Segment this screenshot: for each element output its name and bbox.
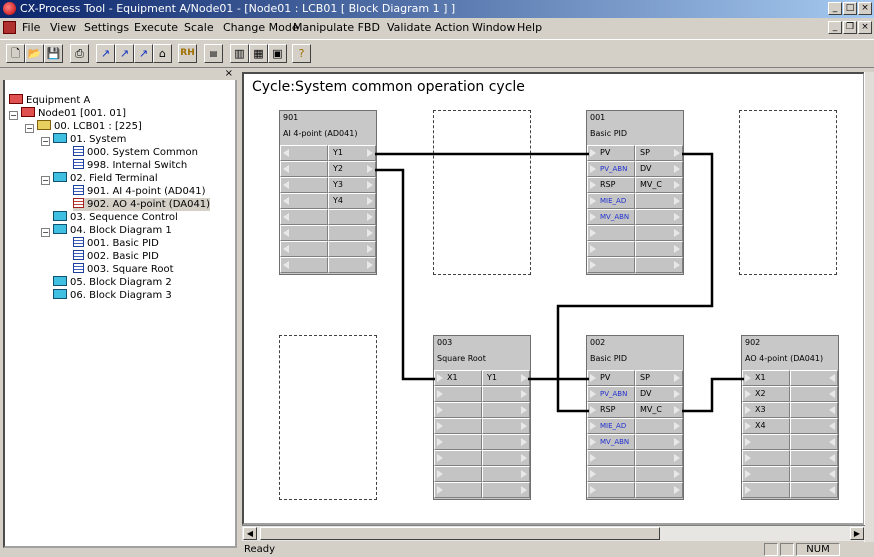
menu-view[interactable]: View [50,21,76,34]
collapse-icon[interactable]: − [25,124,34,133]
folder-icon [37,120,51,130]
collapse-icon[interactable]: − [41,137,50,146]
app-icon[interactable] [3,2,16,15]
monitor-icon[interactable]: ▣ [268,44,287,63]
tree-item-block-diagram-1[interactable]: 04. Block Diagram 1 [53,224,172,237]
block-sheet-icon [73,185,84,195]
tree-item-basic-pid-001[interactable]: 001. Basic PID [73,237,159,250]
menu-change-mode[interactable]: Change Mode [223,21,299,34]
status-cell [780,543,794,556]
wire-y2-to-sqrt-x1 [375,168,435,381]
menu-execute[interactable]: Execute [134,21,178,34]
collapse-icon[interactable]: − [41,176,50,185]
tree-pane-header: × [3,68,237,80]
grid-view-icon[interactable]: ▥ [230,44,249,63]
table-view-icon[interactable]: ▦ [249,44,268,63]
block-sheet-icon [73,237,84,247]
minimize-button[interactable]: _ [828,2,842,15]
connect-tool-icon[interactable]: ↗ [115,44,134,63]
print-icon[interactable]: ⎙ [70,44,89,63]
step-icon[interactable]: ▤ [204,44,223,63]
tree-item-internal-switch[interactable]: 998. Internal Switch [73,159,187,172]
folder-icon [53,133,67,143]
tree-item-block-diagram-3[interactable]: 06. Block Diagram 3 [53,289,172,302]
num-lock-indicator: NUM [796,543,840,556]
toolbar: 🗋 📂 💾 ⎙ ↗ ↗ ↗ ⌂ RH ▤ ▥ ▦ ▣ ? [0,39,874,68]
scroll-thumb[interactable] [260,527,660,540]
mdi-close-button[interactable]: × [858,21,872,34]
wire-tool-icon[interactable]: ↗ [134,44,153,63]
folder-icon [53,289,67,299]
help-icon[interactable]: ? [292,44,311,63]
block-sheet-icon [73,263,84,273]
tree-item-basic-pid-002[interactable]: 002. Basic PID [73,250,159,263]
pointer-tool-icon[interactable]: ↗ [96,44,115,63]
menu-manipulate-fbd[interactable]: Manipulate FBD [293,21,380,34]
menu-validate-action[interactable]: Validate Action [387,21,469,34]
tree-item-sequence-control[interactable]: 03. Sequence Control [53,211,178,224]
tree-item-ao-4point[interactable]: 902. AO 4-point (DA041) [73,198,211,211]
folder-icon [9,94,23,104]
close-button[interactable]: × [858,2,872,15]
block-tool-icon[interactable]: ⌂ [153,44,172,63]
status-cell [764,543,778,556]
block-sheet-icon [73,146,84,156]
tree-item-lcb01[interactable]: 00. LCB01 : [225] [37,120,142,133]
wire-pid2-mvc-to-ao-x1 [682,377,744,413]
new-file-icon[interactable]: 🗋 [6,44,25,63]
menu-window[interactable]: Window [472,21,515,34]
collapse-icon[interactable]: − [9,111,18,120]
folder-icon [53,224,67,234]
maximize-button[interactable]: □ [843,2,857,15]
run-icon[interactable]: RH [178,44,197,63]
horizontal-scrollbar[interactable]: ◀ ▶ [242,525,865,541]
document-icon[interactable] [3,21,16,34]
tree-item-square-root[interactable]: 003. Square Root [73,263,173,276]
open-folder-icon[interactable]: 📂 [25,44,44,63]
wire-layer [375,152,744,413]
block-sheet-icon [73,250,84,260]
tree-item-equipment-a[interactable]: Equipment A [9,94,90,107]
vertical-scrollbar[interactable] [864,72,874,542]
folder-icon [53,172,67,182]
tree-item-system-common[interactable]: 000. System Common [73,146,198,159]
collapse-icon[interactable]: − [41,228,50,237]
scroll-right-icon[interactable]: ▶ [850,527,864,540]
tree-item-field-terminal[interactable]: 02. Field Terminal [53,172,158,185]
save-icon[interactable]: 💾 [44,44,63,63]
scroll-left-icon[interactable]: ◀ [243,527,257,540]
project-tree[interactable]: Equipment A − Node01 [001. 01] − 00. LCB… [3,72,237,548]
folder-icon [53,276,67,286]
menu-scale[interactable]: Scale [184,21,214,34]
close-pane-icon[interactable]: × [225,68,233,79]
status-text: Ready [244,544,276,555]
mdi-minimize-button[interactable]: _ [828,21,842,34]
window-title: CX-Process Tool - Equipment A/Node01 - [… [20,2,456,15]
tree-item-node01[interactable]: Node01 [001. 01] [21,107,126,120]
block-sheet-icon [73,198,84,208]
wire-pid1-sp-to-pid2-rsp [556,152,714,413]
tree-item-ai-4point[interactable]: 901. AI 4-point (AD041) [73,185,206,198]
tree-item-system[interactable]: 01. System [53,133,126,146]
menu-help[interactable]: Help [517,21,542,34]
folder-icon [53,211,67,221]
title-bar: CX-Process Tool - Equipment A/Node01 - [… [0,0,874,18]
status-bar: Ready NUM [242,542,874,557]
tree-item-block-diagram-2[interactable]: 05. Block Diagram 2 [53,276,172,289]
menu-file[interactable]: File [22,21,40,34]
block-sheet-icon [73,159,84,169]
block-diagram-canvas[interactable]: Cycle:System common operation cycle 901 A… [242,72,865,525]
menu-settings[interactable]: Settings [84,21,129,34]
menu-bar: File View Settings Execute Scale Change … [0,18,874,38]
node-icon [21,107,35,117]
mdi-restore-button[interactable]: ❐ [843,21,857,34]
